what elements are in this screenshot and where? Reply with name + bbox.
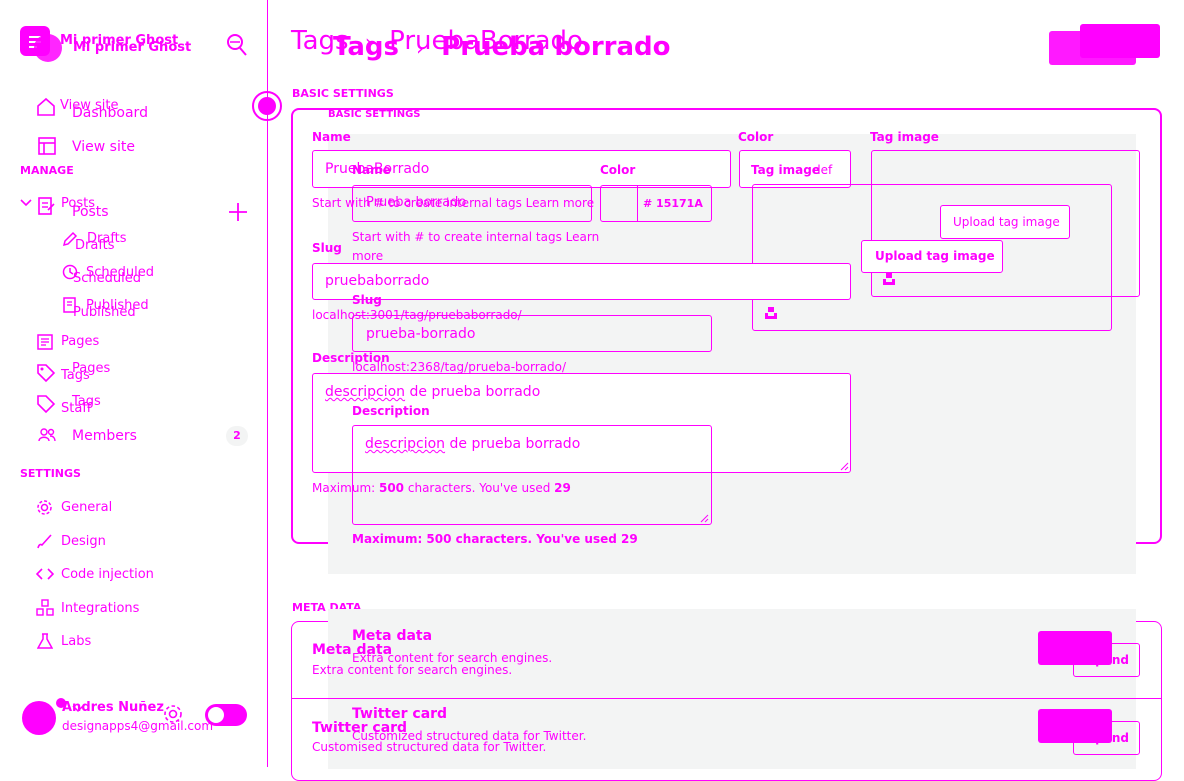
page-title-b: Prueba borrado <box>441 32 671 62</box>
tag-image-label-b: Tag image <box>751 163 820 177</box>
slug-label: Slug <box>312 241 342 255</box>
nav-dashboard[interactable]: Dashboard <box>72 105 148 121</box>
slug-label-b: Slug <box>352 293 382 307</box>
nav-published-shadow: Published <box>73 305 136 320</box>
meta-expand-button[interactable]: Expand <box>1073 643 1140 677</box>
slug-value-b: prueba-borrado <box>366 326 476 342</box>
nav-members[interactable]: Members <box>72 428 137 444</box>
flask-icon <box>37 633 53 650</box>
posts-icon <box>36 196 56 216</box>
settings-gear-icon[interactable] <box>163 704 183 724</box>
description-value-b: descripcion de prueba borrado <box>365 436 581 452</box>
nav-scheduled-shadow: Scheduled <box>73 271 141 286</box>
night-mode-toggle[interactable] <box>205 704 247 726</box>
twitter-card-title: Twitter card <box>312 720 408 736</box>
meta-data-desc: Extra content for search engines. <box>312 663 513 677</box>
twitter-expand-button[interactable]: Expand <box>1073 721 1140 755</box>
integrations-icon <box>36 599 54 616</box>
chevron-down-icon[interactable] <box>72 704 84 714</box>
twitter-card-desc: Customised structured data for Twitter. <box>312 740 547 754</box>
sidebar-resize-handle[interactable] <box>252 91 282 121</box>
meta-divider <box>291 698 1162 699</box>
breadcrumb-separator-b: › <box>416 36 425 60</box>
nav-general[interactable]: General <box>61 500 112 515</box>
resize-grip-icon[interactable] <box>840 462 849 471</box>
description-misspelled-word: descripcion <box>325 384 406 400</box>
breadcrumb-tags-b[interactable]: Tags <box>333 32 399 62</box>
browser-icon <box>38 137 56 155</box>
nav-view-site-2[interactable]: View site <box>72 139 135 155</box>
description-label: Description <box>312 351 390 365</box>
basic-settings-header: BASIC SETTINGS <box>292 87 394 100</box>
upload-tag-image-label-b: Upload tag image <box>875 249 995 263</box>
name-label-b: Name <box>352 163 391 177</box>
saved-button[interactable] <box>1049 31 1136 65</box>
unsplash-icon-b[interactable] <box>764 306 778 320</box>
new-post-icon[interactable] <box>228 202 248 222</box>
tag-image-label: Tag image <box>870 130 939 144</box>
name-label: Name <box>312 130 351 144</box>
nav-posts-shadow: Posts <box>72 204 109 220</box>
description-rest: de prueba borrado <box>405 384 541 400</box>
nav-integrations[interactable]: Integrations <box>61 601 139 616</box>
nav-pages-shadow: Pages <box>72 361 111 376</box>
nav-labs[interactable]: Labs <box>61 634 91 649</box>
tag-icon <box>36 363 56 383</box>
description-value: descripcion de prueba borrado <box>325 384 540 400</box>
home-icon <box>36 97 56 117</box>
user-email: designapps4@gmail.com <box>62 719 214 733</box>
color-hex-b: # 15171A <box>643 197 703 210</box>
slug-value: pruebaborrado <box>325 273 430 289</box>
nav-tags-shadow: Tags <box>72 394 101 409</box>
description-counter-b: Maximum: 500 characters. You've used 29 <box>352 532 638 546</box>
color-label: Color <box>738 130 774 144</box>
breadcrumb-b: Tags › Prueba borrado <box>333 32 671 62</box>
name-hint-b: Start with # to create internal tags Lea… <box>352 230 600 244</box>
basic-settings-header-b: BASIC SETTINGS <box>328 109 421 120</box>
gear-icon <box>36 499 53 516</box>
avatar[interactable] <box>22 701 56 735</box>
members-icon <box>38 428 56 442</box>
resize-grip-icon-b[interactable] <box>700 514 709 523</box>
nav-drafts-shadow: Drafts <box>75 238 115 253</box>
brush-icon <box>36 533 53 550</box>
chevron-down-icon[interactable] <box>20 198 32 208</box>
settings-header: SETTINGS <box>20 467 81 480</box>
name-hint-b-more: more <box>352 249 384 263</box>
color-def: def <box>813 163 833 177</box>
manage-header: MANAGE <box>20 164 74 177</box>
description-label-b: Description <box>352 404 430 418</box>
unsplash-icon[interactable] <box>882 272 896 286</box>
meta-data-title: Meta data <box>312 642 393 658</box>
members-count-badge: 2 <box>226 426 248 446</box>
search-icon[interactable] <box>226 33 248 57</box>
nav-pages[interactable]: Pages <box>61 334 99 349</box>
name-value-b: Prueba borrado <box>366 195 467 210</box>
site-name-shadow: Mi primer Ghost <box>73 40 192 55</box>
color-swatch-divider <box>637 185 638 222</box>
color-label-b: Color <box>600 163 636 177</box>
pages-icon <box>37 334 53 350</box>
code-icon <box>36 567 54 581</box>
nav-design[interactable]: Design <box>61 534 106 549</box>
staff-icon <box>36 394 56 414</box>
nav-code-injection[interactable]: Code injection <box>61 567 154 582</box>
site-icon <box>34 34 62 62</box>
